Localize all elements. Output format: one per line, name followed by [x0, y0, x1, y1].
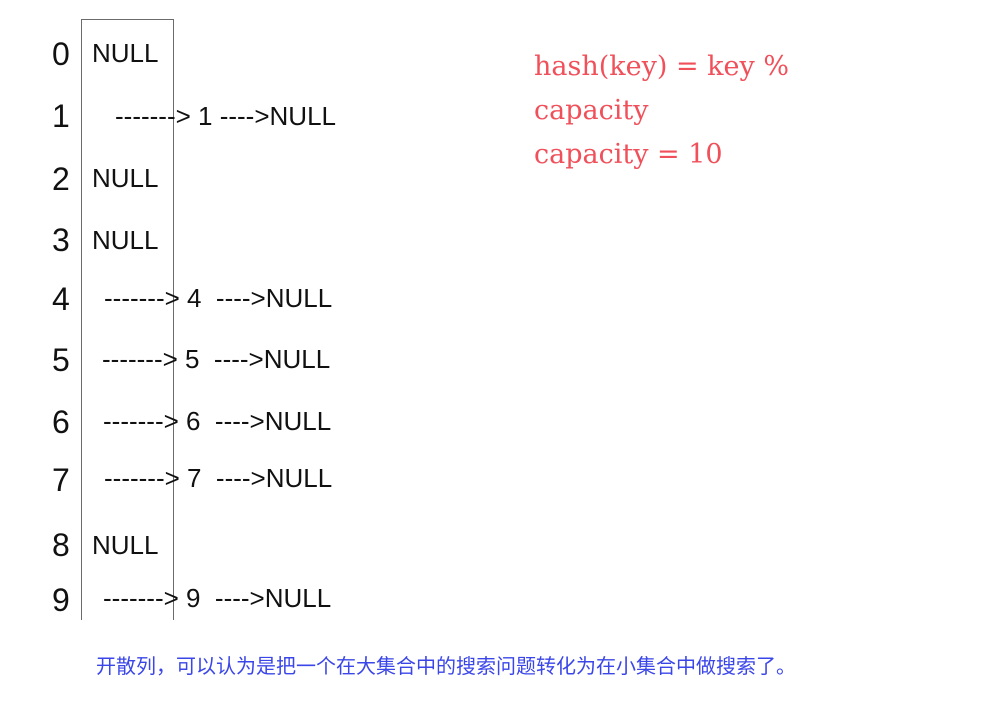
- bucket-content-8: NULL: [92, 530, 159, 560]
- bucket-index-9: 9: [52, 582, 70, 618]
- bucket-index-8: 8: [52, 527, 70, 563]
- hash-formula-line-2: capacity: [534, 95, 649, 126]
- bucket-content-7: -------> 7 ---->NULL: [104, 463, 333, 493]
- bucket-content-4: -------> 4 ---->NULL: [104, 283, 333, 313]
- bucket-index-0: 0: [52, 36, 70, 72]
- bucket-content-6: -------> 6 ---->NULL: [103, 406, 332, 436]
- bucket-index-1: 1: [52, 98, 70, 134]
- bucket-content-5: -------> 5 ---->NULL: [102, 344, 331, 374]
- bucket-index-2: 2: [52, 161, 70, 197]
- hash-formula-line-1: hash(key) = key %: [534, 51, 790, 82]
- caption-text: 开散列，可以认为是把一个在大集合中的搜索问题转化为在小集合中做搜索了。: [96, 654, 796, 678]
- bucket-index-4: 4: [52, 281, 70, 317]
- bucket-index-6: 6: [52, 404, 70, 440]
- bucket-index-5: 5: [52, 342, 70, 378]
- bucket-content-9: -------> 9 ---->NULL: [103, 583, 332, 613]
- bucket-content-0: NULL: [92, 38, 159, 68]
- bucket-content-2: NULL: [92, 163, 159, 193]
- bucket-index-7: 7: [52, 462, 70, 498]
- bucket-content-1: -------> 1 ---->NULL: [115, 101, 336, 131]
- bucket-index-3: 3: [52, 222, 70, 258]
- bucket-content-3: NULL: [92, 225, 159, 255]
- capacity-value-line: capacity = 10: [534, 139, 723, 170]
